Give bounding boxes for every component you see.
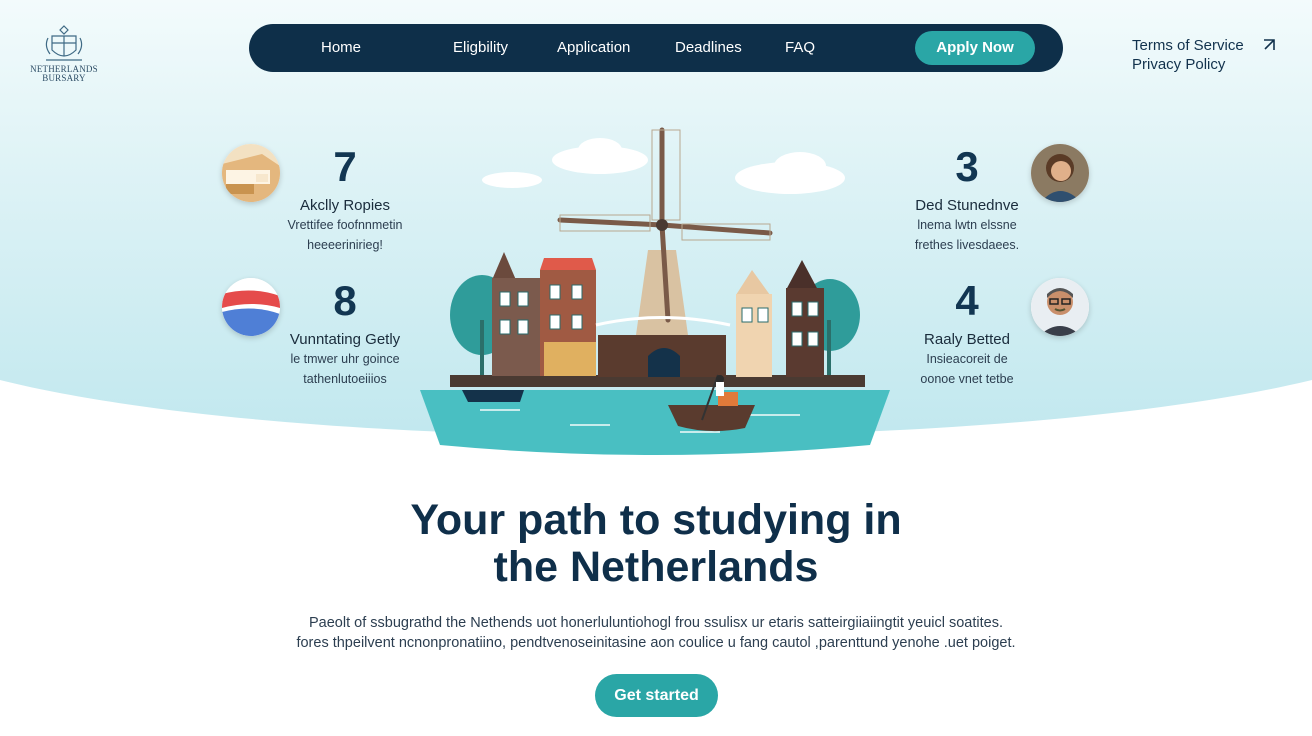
headline-line: Your path to studying in: [410, 496, 902, 544]
stat-title: Raaly Betted: [924, 331, 1010, 348]
hero-description: Paeolt of ssbugrathd the Nethends uot ho…: [0, 613, 1312, 653]
description-line: fores thpeilvent ncnonpronatiino, pendtv…: [296, 635, 1016, 651]
stat-card-2: 8 Vunntating Getly le tmwer uhr goince t…: [278, 279, 412, 388]
get-started-button[interactable]: Get started: [595, 674, 718, 717]
stat-desc: Insieacoreit de: [926, 352, 1008, 366]
stat-title: Vunntating Getly: [289, 331, 401, 348]
crest-icon: [45, 25, 83, 61]
stat-card-3: 3 Ded Stunednve lnema lwtn elssne frethe…: [900, 145, 1034, 254]
nav-application[interactable]: Application: [557, 24, 630, 72]
nav-home[interactable]: Home: [321, 24, 361, 72]
stamp-icon: [222, 278, 280, 336]
stat-desc: lnema lwtn elssne: [917, 218, 1017, 232]
apply-now-button[interactable]: Apply Now: [915, 31, 1035, 65]
hero-headline: Your path to studying in the Netherlands: [0, 497, 1312, 591]
headline-line: the Netherlands: [493, 543, 819, 591]
stat-number: 4: [955, 277, 979, 324]
wood-blocks-icon: [222, 144, 280, 202]
description-line: Paeolt of ssbugrathd the Nethends uot ho…: [309, 615, 1003, 631]
stat-number: 8: [333, 277, 357, 324]
stat-desc: heeeerinirieg!: [307, 238, 383, 252]
student-portrait-icon: [1031, 144, 1089, 202]
stat-card-1: 7 Akclly Ropies Vrettifee foofnnmetin he…: [278, 145, 412, 254]
amsterdam-illustration: [420, 127, 890, 455]
stat-card-4: 4 Raaly Betted Insieacoreit de oonoe vne…: [900, 279, 1034, 388]
brand-logo[interactable]: NETHERLANDS BURSARY: [30, 24, 98, 83]
stat-desc: tathenlutoeiiios: [303, 372, 387, 386]
logo-text: NETHERLANDS BURSARY: [30, 64, 98, 83]
stat-title: Ded Stunednve: [915, 197, 1019, 214]
main-nav: Home Eligbility Application Deadlines FA…: [249, 24, 1063, 72]
privacy-link[interactable]: Privacy Policy: [1132, 55, 1244, 74]
stat-desc: oonoe vnet tetbe: [920, 372, 1014, 386]
stat-number: 7: [333, 143, 357, 190]
nav-eligibility[interactable]: Eligbility: [453, 24, 508, 72]
stat-title: Akclly Ropies: [299, 197, 391, 214]
stat-number: 3: [955, 143, 979, 190]
nav-deadlines[interactable]: Deadlines: [675, 24, 742, 72]
nav-faq[interactable]: FAQ: [785, 24, 815, 72]
stat-desc: frethes livesdaees.: [914, 238, 1020, 252]
advisor-portrait-icon: [1031, 278, 1089, 336]
legal-links: Terms of Service Privacy Policy: [1132, 36, 1244, 74]
terms-link[interactable]: Terms of Service: [1132, 36, 1244, 55]
stat-desc: le tmwer uhr goince: [290, 352, 400, 366]
stat-desc: Vrettifee foofnnmetin: [287, 218, 403, 232]
arrow-icon[interactable]: [1262, 38, 1276, 52]
